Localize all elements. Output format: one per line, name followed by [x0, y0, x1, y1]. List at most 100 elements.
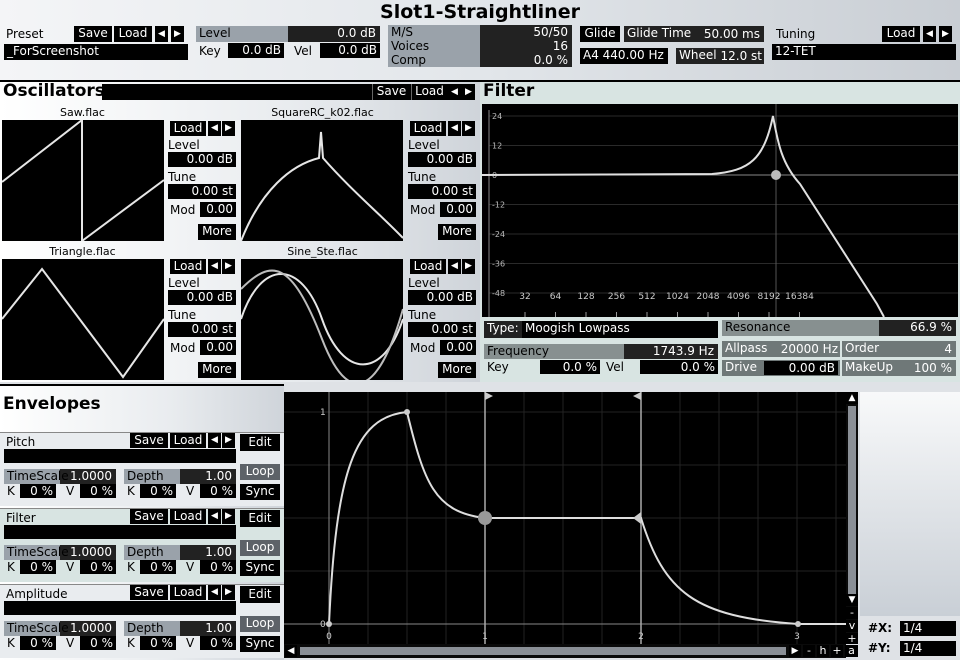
osc3-waveform[interactable]: [2, 259, 164, 380]
key-value[interactable]: 0.0 dB: [228, 43, 284, 58]
env-amplitude-edit-button[interactable]: Edit: [240, 586, 280, 603]
osc1-waveform[interactable]: [2, 120, 164, 241]
comp-field[interactable]: Comp 0.0 %: [388, 53, 572, 67]
osc2-level-value[interactable]: 0.00 dB: [408, 152, 476, 167]
env-amplitude-timescale-field[interactable]: TimeScale 1.0000: [4, 621, 116, 636]
glide-time-value[interactable]: 50.00 ms: [700, 27, 760, 41]
wheel-value[interactable]: 12.0 st: [716, 49, 763, 63]
envelope-graph[interactable]: 1 00 1 2 3: [284, 392, 846, 644]
osc4-prev-icon[interactable]: ◀: [448, 259, 461, 274]
env-hzoom-in-button[interactable]: +: [831, 645, 843, 657]
ms-field[interactable]: M/S 50/50: [388, 25, 572, 39]
env-amplitude-v-value[interactable]: 0 %: [80, 636, 116, 650]
env-vscroll-thumb[interactable]: [848, 406, 856, 596]
env-amplitude-depth-field[interactable]: Depth 1.00: [124, 621, 236, 636]
env-hscroll-left-icon[interactable]: ◀: [285, 645, 297, 657]
env-pitch-depth-field[interactable]: Depth 1.00: [124, 469, 236, 484]
env-filter-k-value[interactable]: 0 %: [20, 560, 56, 574]
osc4-mod-value[interactable]: 0.00: [440, 340, 476, 355]
osc1-name[interactable]: Saw.flac: [0, 106, 165, 119]
osc4-waveform[interactable]: [241, 259, 403, 380]
osc2-load-button[interactable]: Load: [410, 121, 446, 136]
osc2-prev-icon[interactable]: ◀: [448, 121, 461, 136]
env-filter-loop-button[interactable]: Loop: [240, 540, 280, 556]
osc-prev-icon[interactable]: ◀: [448, 84, 461, 100]
env-amplitude-loop-button[interactable]: Loop: [240, 616, 280, 632]
osc3-more-button[interactable]: More: [198, 362, 236, 378]
env-pitch-k-value[interactable]: 0 %: [20, 484, 56, 498]
env-amplitude-next-icon[interactable]: ▶: [222, 585, 235, 600]
drive-value[interactable]: 0.00 dB: [764, 361, 838, 375]
filter-response-graph[interactable]: 24120-12-24-36-48-60 3264128256512102420…: [482, 104, 958, 317]
tuning-load-button[interactable]: Load: [882, 26, 920, 42]
env-filter-sync-button[interactable]: Sync: [240, 560, 280, 576]
preset-prev-icon[interactable]: ◀: [155, 26, 168, 42]
env-pitch-load-button[interactable]: Load: [170, 433, 206, 448]
osc3-next-icon[interactable]: ▶: [222, 259, 235, 274]
env-amplitude-name-field[interactable]: [4, 601, 236, 615]
env-filter-timescale-field[interactable]: TimeScale 1.0000: [4, 545, 116, 560]
env-vscroll-down-icon[interactable]: ▼: [846, 594, 858, 606]
preset-name-field[interactable]: _ForScreenshot: [4, 44, 188, 60]
osc2-name[interactable]: SquareRC_k02.flac: [240, 106, 405, 119]
osc2-mod-value[interactable]: 0.00: [440, 202, 476, 217]
env-hscroll-thumb[interactable]: [300, 647, 786, 655]
osc3-mod-value[interactable]: 0.00: [200, 340, 236, 355]
osc4-next-icon[interactable]: ▶: [462, 259, 475, 274]
env-pitch-edit-button[interactable]: Edit: [240, 434, 280, 451]
makeup-value[interactable]: 100 %: [900, 361, 952, 375]
grid-y-value[interactable]: 1/4: [900, 641, 956, 656]
tuning-field[interactable]: 12-TET: [772, 44, 956, 60]
osc4-level-value[interactable]: 0.00 dB: [408, 290, 476, 305]
osc4-load-button[interactable]: Load: [410, 259, 446, 274]
env-pitch-name-field[interactable]: [4, 449, 236, 463]
env-hzoom-out-button[interactable]: -: [803, 645, 815, 657]
env-filter-depth-field[interactable]: Depth 1.00: [124, 545, 236, 560]
osc2-tune-value[interactable]: 0.00 st: [408, 184, 476, 199]
preset-load-button[interactable]: Load: [114, 26, 152, 42]
env-pitch-loop-button[interactable]: Loop: [240, 464, 280, 480]
env-filter-prev-icon[interactable]: ◀: [208, 509, 221, 524]
osc1-more-button[interactable]: More: [198, 224, 236, 240]
osc2-waveform[interactable]: [241, 120, 403, 241]
preset-next-icon[interactable]: ▶: [171, 26, 184, 42]
level-field[interactable]: Level 0.0 dB: [196, 26, 380, 42]
tuning-prev-icon[interactable]: ◀: [923, 26, 936, 42]
env-filter-k2-value[interactable]: 0 %: [140, 560, 176, 574]
env-amplitude-k-value[interactable]: 0 %: [20, 636, 56, 650]
osc4-tune-value[interactable]: 0.00 st: [408, 322, 476, 337]
osc3-load-button[interactable]: Load: [170, 259, 206, 274]
osc-load-button[interactable]: Load: [411, 84, 447, 100]
voices-field[interactable]: Voices 16: [388, 39, 572, 53]
osc3-tune-value[interactable]: 0.00 st: [168, 322, 236, 337]
env-amplitude-load-button[interactable]: Load: [170, 585, 206, 600]
osc2-next-icon[interactable]: ▶: [462, 121, 475, 136]
env-filter-name-field[interactable]: [4, 525, 236, 539]
env-vzoom-fit-button[interactable]: v: [846, 620, 858, 632]
frequency-field[interactable]: Frequency 1743.9 Hz: [484, 344, 718, 359]
osc4-name[interactable]: Sine_Ste.flac: [240, 245, 405, 258]
osc1-tune-value[interactable]: 0.00 st: [168, 184, 236, 199]
osc1-load-button[interactable]: Load: [170, 121, 206, 136]
env-vscroll-up-icon[interactable]: ▲: [846, 392, 858, 404]
preset-save-button[interactable]: Save: [74, 26, 112, 42]
grid-x-value[interactable]: 1/4: [900, 621, 956, 636]
osc3-level-value[interactable]: 0.00 dB: [168, 290, 236, 305]
osc2-more-button[interactable]: More: [438, 224, 476, 240]
env-auto-button[interactable]: a: [845, 645, 858, 657]
env-amplitude-k2-value[interactable]: 0 %: [140, 636, 176, 650]
env-filter-save-button[interactable]: Save: [130, 509, 168, 524]
osc1-next-icon[interactable]: ▶: [222, 121, 235, 136]
env-filter-load-button[interactable]: Load: [170, 509, 206, 524]
env-amplitude-prev-icon[interactable]: ◀: [208, 585, 221, 600]
env-pitch-v-value[interactable]: 0 %: [80, 484, 116, 498]
osc-save-button[interactable]: Save: [372, 84, 410, 100]
env-vzoom-in-button[interactable]: +: [846, 633, 858, 644]
order-value[interactable]: 4: [900, 342, 952, 356]
osc3-prev-icon[interactable]: ◀: [208, 259, 221, 274]
filter-vel-value[interactable]: 0.0 %: [640, 360, 718, 374]
vel-value[interactable]: 0.0 dB: [320, 43, 380, 58]
osc1-prev-icon[interactable]: ◀: [208, 121, 221, 136]
osc1-level-value[interactable]: 0.00 dB: [168, 152, 236, 167]
env-pitch-sync-button[interactable]: Sync: [240, 484, 280, 500]
